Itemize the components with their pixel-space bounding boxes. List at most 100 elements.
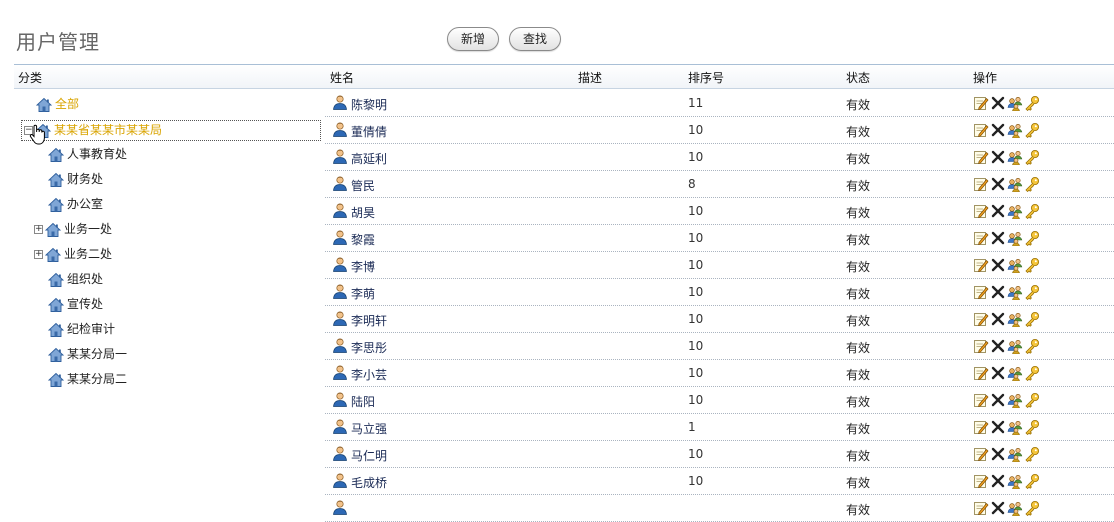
tree-node[interactable]: 宣传处 <box>47 292 103 317</box>
tree-node[interactable]: + 业务一处 <box>34 217 112 242</box>
roles-icon[interactable] <box>1007 311 1023 328</box>
table-row[interactable]: 李萌 10 有效 <box>325 279 1114 306</box>
password-key-icon[interactable] <box>1024 122 1040 139</box>
edit-icon[interactable] <box>973 95 989 111</box>
column-header-order[interactable]: 排序号 <box>688 69 724 86</box>
delete-icon[interactable] <box>990 257 1006 273</box>
table-row[interactable]: 马仁明 10 有效 <box>325 441 1114 468</box>
password-key-icon[interactable] <box>1024 95 1040 112</box>
tree-node[interactable]: 某某分局二 <box>47 367 127 392</box>
roles-icon[interactable] <box>1007 257 1023 274</box>
table-row[interactable]: 胡昊 10 有效 <box>325 198 1114 225</box>
password-key-icon[interactable] <box>1024 149 1040 166</box>
table-row[interactable]: 高延利 10 有效 <box>325 144 1114 171</box>
edit-icon[interactable] <box>973 473 989 489</box>
password-key-icon[interactable] <box>1024 176 1040 193</box>
delete-icon[interactable] <box>990 446 1006 462</box>
delete-icon[interactable] <box>990 392 1006 408</box>
password-key-icon[interactable] <box>1024 230 1040 247</box>
password-key-icon[interactable] <box>1024 338 1040 355</box>
edit-icon[interactable] <box>973 338 989 354</box>
delete-icon[interactable] <box>990 176 1006 192</box>
tree-node[interactable]: 全部 <box>35 92 79 117</box>
roles-icon[interactable] <box>1007 473 1023 490</box>
tree-node[interactable]: 组织处 <box>47 267 103 292</box>
tree-node[interactable]: 办公室 <box>47 192 103 217</box>
user-name-cell[interactable]: 马立强 <box>351 420 387 437</box>
delete-icon[interactable] <box>990 473 1006 489</box>
roles-icon[interactable] <box>1007 149 1023 166</box>
edit-icon[interactable] <box>973 230 989 246</box>
expand-toggle-icon[interactable]: + <box>34 225 43 234</box>
table-row[interactable]: 陆阳 10 有效 <box>325 387 1114 414</box>
edit-icon[interactable] <box>973 392 989 408</box>
edit-icon[interactable] <box>973 122 989 138</box>
delete-icon[interactable] <box>990 338 1006 354</box>
password-key-icon[interactable] <box>1024 500 1040 517</box>
password-key-icon[interactable] <box>1024 257 1040 274</box>
password-key-icon[interactable] <box>1024 365 1040 382</box>
edit-icon[interactable] <box>973 311 989 327</box>
delete-icon[interactable] <box>990 365 1006 381</box>
table-row[interactable]: 董倩倩 10 有效 <box>325 117 1114 144</box>
password-key-icon[interactable] <box>1024 446 1040 463</box>
roles-icon[interactable] <box>1007 95 1023 112</box>
tree-node[interactable]: 纪检审计 <box>47 317 115 342</box>
password-key-icon[interactable] <box>1024 203 1040 220</box>
user-name-cell[interactable]: 马仁明 <box>351 447 387 464</box>
delete-icon[interactable] <box>990 203 1006 219</box>
column-header-name[interactable]: 姓名 <box>330 69 354 86</box>
delete-icon[interactable] <box>990 284 1006 300</box>
table-row[interactable]: 马立强 1 有效 <box>325 414 1114 441</box>
delete-icon[interactable] <box>990 500 1006 516</box>
delete-icon[interactable] <box>990 122 1006 138</box>
find-button[interactable]: 查找 <box>509 27 561 51</box>
password-key-icon[interactable] <box>1024 419 1040 436</box>
edit-icon[interactable] <box>973 176 989 192</box>
table-row[interactable]: 李博 10 有效 <box>325 252 1114 279</box>
roles-icon[interactable] <box>1007 284 1023 301</box>
edit-icon[interactable] <box>973 203 989 219</box>
roles-icon[interactable] <box>1007 500 1023 517</box>
delete-icon[interactable] <box>990 311 1006 327</box>
delete-icon[interactable] <box>990 95 1006 111</box>
roles-icon[interactable] <box>1007 122 1023 139</box>
table-row[interactable]: 毛成桥 10 有效 <box>325 468 1114 495</box>
table-row[interactable]: 有效 <box>325 495 1114 522</box>
user-name-cell[interactable]: 胡昊 <box>351 204 375 221</box>
roles-icon[interactable] <box>1007 176 1023 193</box>
table-row[interactable]: 管民 8 有效 <box>325 171 1114 198</box>
edit-icon[interactable] <box>973 284 989 300</box>
user-name-cell[interactable]: 高延利 <box>351 150 387 167</box>
user-name-cell[interactable]: 李思彤 <box>351 339 387 356</box>
tree-node[interactable]: 某某分局一 <box>47 342 127 367</box>
table-row[interactable]: 陈黎明 11 有效 <box>325 90 1114 117</box>
delete-icon[interactable] <box>990 419 1006 435</box>
password-key-icon[interactable] <box>1024 473 1040 490</box>
user-name-cell[interactable]: 陆阳 <box>351 393 375 410</box>
user-name-cell[interactable]: 李小芸 <box>351 366 387 383</box>
edit-icon[interactable] <box>973 365 989 381</box>
roles-icon[interactable] <box>1007 446 1023 463</box>
table-row[interactable]: 李小芸 10 有效 <box>325 360 1114 387</box>
roles-icon[interactable] <box>1007 203 1023 220</box>
table-row[interactable]: 李明轩 10 有效 <box>325 306 1114 333</box>
edit-icon[interactable] <box>973 446 989 462</box>
edit-icon[interactable] <box>973 500 989 516</box>
tree-node[interactable]: + 业务二处 <box>34 242 112 267</box>
roles-icon[interactable] <box>1007 365 1023 382</box>
table-row[interactable]: 李思彤 10 有效 <box>325 333 1114 360</box>
tree-node[interactable]: 财务处 <box>47 167 103 192</box>
column-header-status[interactable]: 状态 <box>846 69 870 86</box>
tree-node[interactable]: − 某某省某某市某某局 <box>21 120 321 141</box>
expand-toggle-icon[interactable]: + <box>34 250 43 259</box>
roles-icon[interactable] <box>1007 392 1023 409</box>
user-name-cell[interactable]: 李博 <box>351 258 375 275</box>
password-key-icon[interactable] <box>1024 311 1040 328</box>
tree-node[interactable]: 人事教育处 <box>47 142 127 167</box>
roles-icon[interactable] <box>1007 419 1023 436</box>
user-name-cell[interactable]: 管民 <box>351 177 375 194</box>
delete-icon[interactable] <box>990 230 1006 246</box>
roles-icon[interactable] <box>1007 338 1023 355</box>
roles-icon[interactable] <box>1007 230 1023 247</box>
